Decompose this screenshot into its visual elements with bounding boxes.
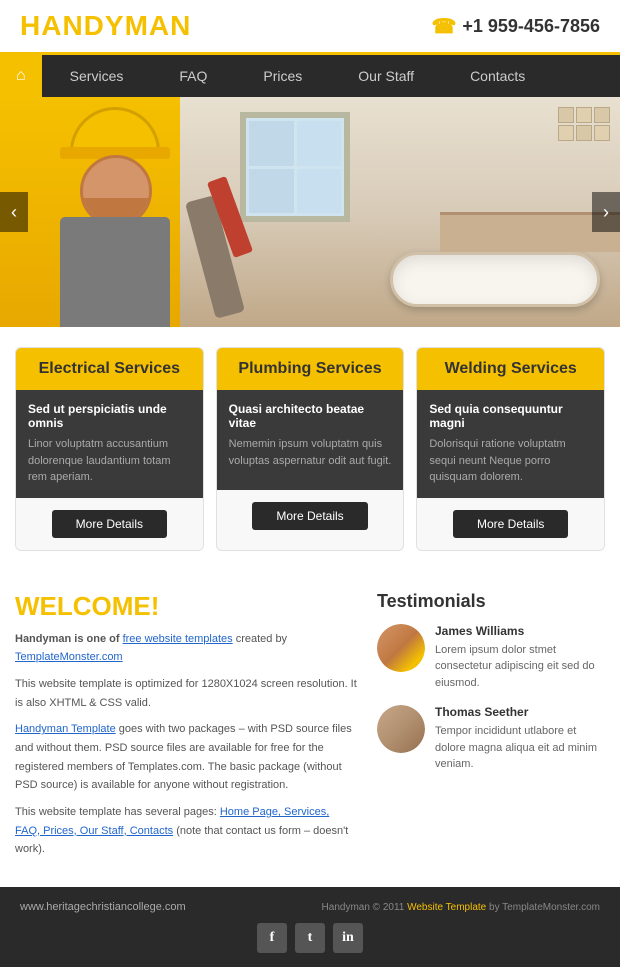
welcome-intro: Handyman is one of free website template… — [15, 630, 357, 667]
welcome-free-templates-link[interactable]: free website templates — [123, 633, 233, 645]
chevron-left-icon: ‹ — [11, 202, 17, 223]
facebook-icon[interactable]: f — [257, 923, 287, 953]
avatar-james — [377, 624, 425, 672]
site-footer: www.heritagechristiancollege.com Handyma… — [0, 887, 620, 967]
service-electrical-subheading: Sed ut perspiciatis unde omnis — [28, 402, 191, 430]
service-welding-title: Welding Services — [417, 348, 604, 390]
testimonial-quote-1: Lorem ipsum dolor stmet consectetur adip… — [435, 642, 605, 692]
service-welding-desc: Dolorisqui ratione voluptatm sequi neunt… — [429, 436, 592, 486]
nav-faq[interactable]: FAQ — [151, 56, 235, 96]
welcome-para2: Handyman Template goes with two packages… — [15, 720, 357, 795]
home-icon: ⌂ — [16, 67, 26, 84]
service-plumbing-footer: More Details — [217, 490, 404, 542]
slider-next-button[interactable]: › — [592, 192, 620, 232]
logo-prefix: HANDY — [20, 10, 125, 41]
service-electrical-title: Electrical Services — [16, 348, 203, 390]
main-nav: ⌂ Services FAQ Prices Our Staff Contacts — [0, 55, 620, 97]
testimonial-name-2: Thomas Seether — [435, 705, 605, 719]
twitter-icon[interactable]: t — [295, 923, 325, 953]
nav-services[interactable]: Services — [42, 56, 152, 96]
service-electrical-footer: More Details — [16, 498, 203, 550]
service-card-plumbing: Plumbing Services Quasi architecto beata… — [216, 347, 405, 551]
phone-text: +1 959-456-7856 — [462, 16, 600, 37]
service-plumbing-title: Plumbing Services — [217, 348, 404, 390]
nav-ourstaff[interactable]: Our Staff — [330, 56, 442, 96]
service-electrical-desc: Linor voluptatm accusantium dolorenque l… — [28, 436, 191, 486]
linkedin-icon[interactable]: in — [333, 923, 363, 953]
welcome-heading: WELCOME! — [15, 591, 357, 622]
service-electrical-more-button[interactable]: More Details — [52, 510, 167, 538]
testimonial-text-1: James Williams Lorem ipsum dolor stmet c… — [435, 624, 605, 692]
testimonial-item-1: James Williams Lorem ipsum dolor stmet c… — [377, 624, 605, 692]
footer-info: www.heritagechristiancollege.com Handyma… — [20, 901, 600, 913]
phone-icon: ☎ — [431, 14, 456, 39]
nav-home-button[interactable]: ⌂ — [0, 55, 42, 97]
welcome-para1: This website template is optimized for 1… — [15, 675, 357, 712]
slider-prev-button[interactable]: ‹ — [0, 192, 28, 232]
service-plumbing-body: Quasi architecto beatae vitae Nememin ip… — [217, 390, 404, 490]
nav-contacts[interactable]: Contacts — [442, 56, 553, 96]
testimonial-text-2: Thomas Seether Tempor incididunt utlabor… — [435, 705, 605, 773]
site-header: HANDYMAN ☎ +1 959-456-7856 — [0, 0, 620, 55]
welcome-intro-bold: Handyman is one of — [15, 633, 123, 645]
testimonial-name-1: James Williams — [435, 624, 605, 638]
social-icons: f t in — [257, 923, 363, 953]
main-content: WELCOME! Handyman is one of free website… — [0, 571, 620, 888]
testimonials-section: Testimonials James Williams Lorem ipsum … — [377, 591, 605, 868]
footer-url: www.heritagechristiancollege.com — [20, 901, 186, 913]
service-electrical-body: Sed ut perspiciatis unde omnis Linor vol… — [16, 390, 203, 498]
nav-prices[interactable]: Prices — [235, 56, 330, 96]
logo: HANDYMAN — [20, 10, 191, 42]
phone-number: ☎ +1 959-456-7856 — [431, 14, 600, 39]
footer-template-link[interactable]: Website Template — [407, 902, 486, 913]
services-section: Electrical Services Sed ut perspiciatis … — [0, 327, 620, 571]
testimonial-item-2: Thomas Seether Tempor incididunt utlabor… — [377, 705, 605, 773]
service-welding-footer: More Details — [417, 498, 604, 550]
welcome-templatemonster-link[interactable]: TemplateMonster.com — [15, 651, 123, 663]
logo-suffix: MAN — [125, 10, 192, 41]
handyman-template-link[interactable]: Handyman Template — [15, 723, 116, 735]
testimonials-heading: Testimonials — [377, 591, 605, 612]
hero-slider: ‹ › — [0, 97, 620, 327]
chevron-right-icon: › — [603, 202, 609, 223]
service-welding-more-button[interactable]: More Details — [453, 510, 568, 538]
service-card-electrical: Electrical Services Sed ut perspiciatis … — [15, 347, 204, 551]
service-plumbing-subheading: Quasi architecto beatae vitae — [229, 402, 392, 430]
service-welding-body: Sed quia consequuntur magni Dolorisqui r… — [417, 390, 604, 498]
service-plumbing-more-button[interactable]: More Details — [252, 502, 367, 530]
footer-copyright: Handyman © 2011 Website Template by Temp… — [322, 902, 600, 913]
service-welding-subheading: Sed quia consequuntur magni — [429, 402, 592, 430]
footer-copy-text: Handyman © 2011 — [322, 902, 405, 913]
welcome-para3-start: This website template has several pages: — [15, 806, 217, 818]
service-card-welding: Welding Services Sed quia consequuntur m… — [416, 347, 605, 551]
welcome-para3: This website template has several pages:… — [15, 803, 357, 859]
footer-copy-rest: by TemplateMonster.com — [489, 902, 600, 913]
avatar-thomas — [377, 705, 425, 753]
welcome-section: WELCOME! Handyman is one of free website… — [15, 591, 357, 868]
testimonial-quote-2: Tempor incididunt utlabore et dolore mag… — [435, 723, 605, 773]
service-plumbing-desc: Nememin ipsum voluptatm quis voluptas as… — [229, 436, 392, 469]
